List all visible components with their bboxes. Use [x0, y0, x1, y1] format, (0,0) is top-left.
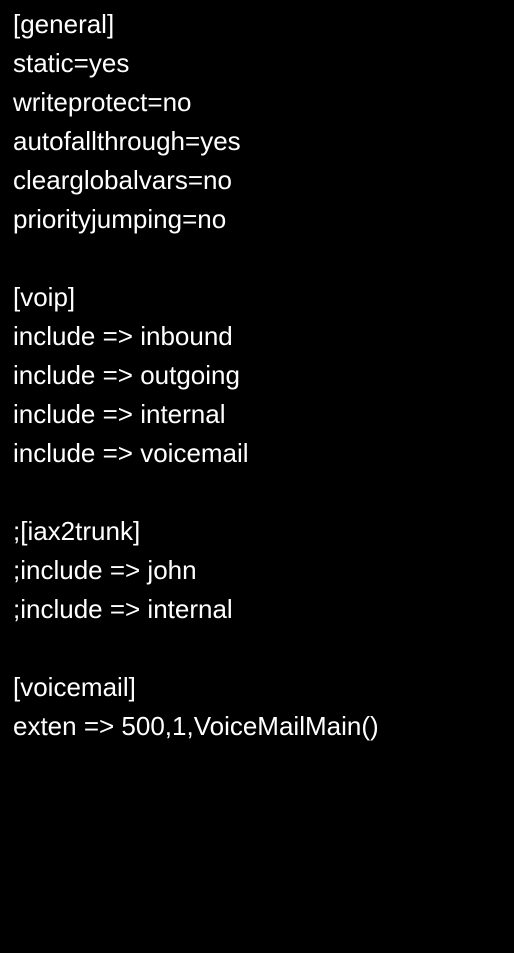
section-header-voicemail: [voicemail]	[13, 672, 136, 702]
include-line-inbound: include => inbound	[13, 321, 233, 351]
comment-include-john: ;include => john	[13, 555, 197, 585]
comment-section-iax2trunk: ;[iax2trunk]	[13, 516, 141, 546]
config-line-writeprotect: writeprotect=no	[13, 87, 192, 117]
section-header-voip: [voip]	[13, 282, 76, 312]
config-line-clearglobalvars: clearglobalvars=no	[13, 165, 232, 195]
include-line-voicemail: include => voicemail	[13, 438, 249, 468]
config-line-priorityjumping: priorityjumping=no	[13, 204, 227, 234]
include-line-outgoing: include => outgoing	[13, 360, 240, 390]
config-line-static: static=yes	[13, 48, 130, 78]
include-line-internal: include => internal	[13, 399, 226, 429]
config-line-autofallthrough: autofallthrough=yes	[13, 126, 241, 156]
config-document: [general] static=yes writeprotect=no aut…	[0, 0, 514, 953]
exten-line-voicemailmain: exten => 500,1,VoiceMailMain()	[13, 711, 379, 741]
comment-include-internal: ;include => internal	[13, 594, 233, 624]
section-header-general: [general]	[13, 9, 115, 39]
